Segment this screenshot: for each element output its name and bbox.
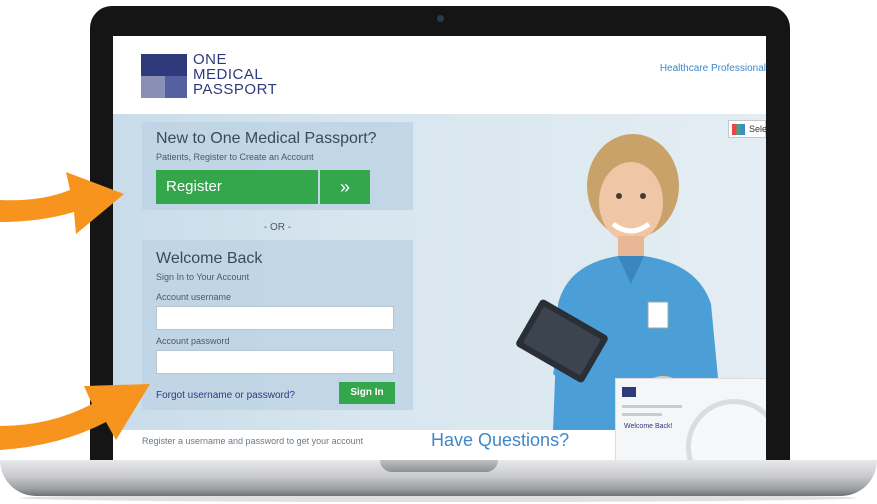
magnifier-circle (686, 399, 766, 460)
signin-title: Welcome Back (156, 250, 263, 267)
thumbnail-line (622, 405, 682, 408)
translate-icon (732, 124, 745, 135)
username-label: Account username (156, 292, 232, 302)
thumbnail-welcome-text: Welcome Back! (624, 423, 673, 430)
healthcare-professional-link[interactable]: Healthcare Professional (660, 63, 766, 74)
site-header: ONE MEDICAL PASSPORT Healthcare Professi… (113, 36, 766, 114)
laptop-stage: ONE MEDICAL PASSPORT Healthcare Professi… (0, 0, 877, 504)
webcam-icon (437, 15, 444, 22)
password-label: Account password (156, 336, 230, 346)
signin-subtitle: Sign In to Your Account (156, 272, 250, 282)
logo-line-one: ONE (193, 51, 228, 68)
register-subtitle: Patients, Register to Create an Account (156, 152, 314, 162)
logo-line-passport: PASSPORT (193, 81, 278, 98)
register-button[interactable]: Register (156, 170, 318, 204)
thumbnail-logo-icon (622, 387, 636, 397)
register-callout-arrow-icon (0, 172, 124, 234)
thumbnail-line (622, 413, 662, 416)
sign-in-button[interactable]: Sign In (339, 382, 395, 404)
laptop-notch (380, 460, 498, 472)
language-select-label: Selec (749, 124, 766, 134)
site-thumbnail-preview: Welcome Back! (615, 378, 766, 460)
password-input[interactable] (156, 350, 394, 374)
signin-callout-arrow-icon (0, 384, 150, 450)
signin-panel: Welcome Back Sign In to Your Account Acc… (142, 240, 413, 410)
logo-line-medical: MEDICAL (193, 66, 264, 83)
forgot-credentials-link[interactable]: Forgot username or password? (156, 390, 295, 401)
username-input[interactable] (156, 306, 394, 330)
or-divider: - OR - (263, 222, 292, 233)
footer-register-text: Register a username and password to get … (142, 436, 364, 446)
browser-screen: ONE MEDICAL PASSPORT Healthcare Professi… (113, 36, 766, 460)
double-chevron-right-icon[interactable]: » (320, 170, 370, 204)
footer-questions-heading: Have Questions? (431, 430, 570, 450)
logo-icon (141, 54, 187, 98)
register-panel: New to One Medical Passport? Patients, R… (142, 122, 413, 210)
logo-text[interactable]: ONE MEDICAL PASSPORT (193, 52, 277, 97)
language-select-button[interactable]: Selec (728, 120, 766, 138)
register-title: New to One Medical Passport? (156, 130, 377, 147)
